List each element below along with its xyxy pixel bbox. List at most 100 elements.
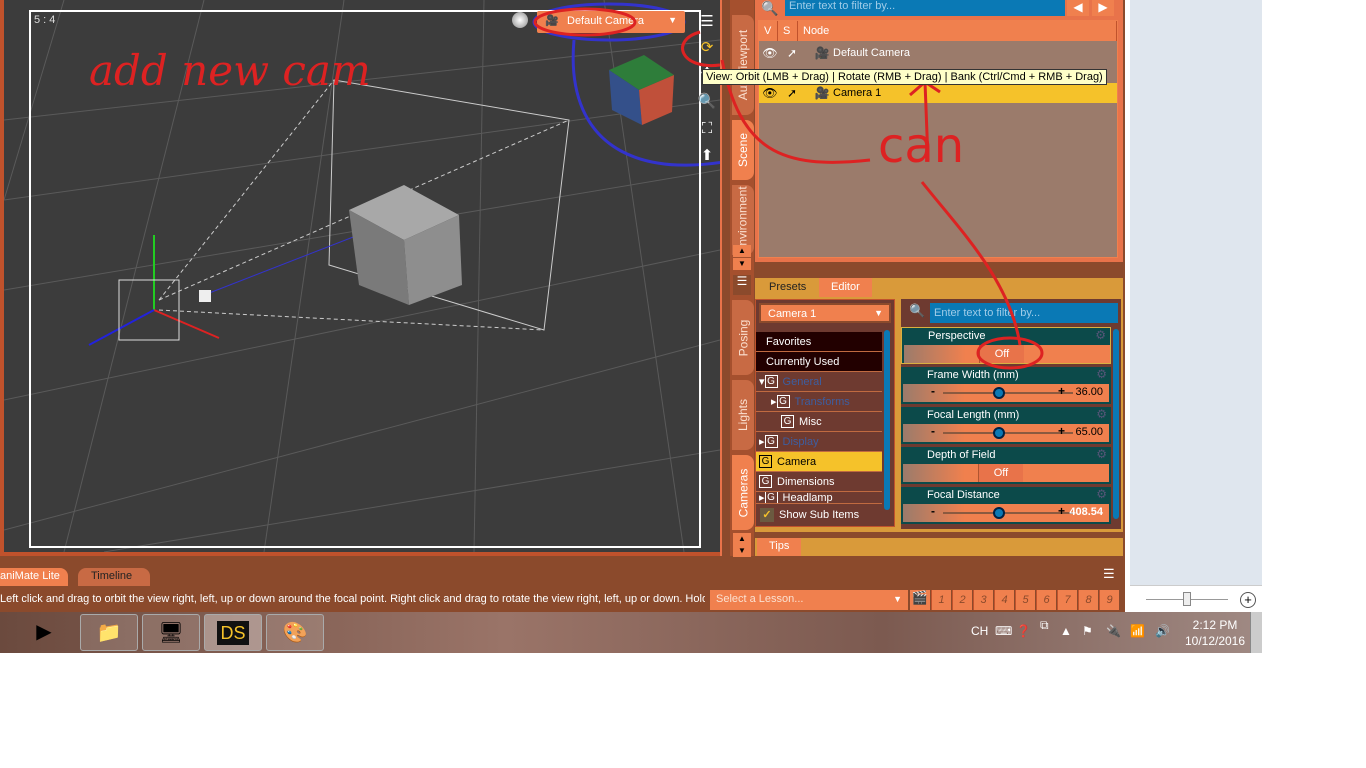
zoom-slider-handle[interactable] [1183,592,1191,606]
lesson-2-button[interactable]: 2 [952,590,972,610]
lesson-9-button[interactable]: 9 [1099,590,1119,610]
volume-icon[interactable]: 🔊 [1155,624,1170,638]
category-camera[interactable]: G Camera [756,452,882,472]
category-currently-used[interactable]: Currently Used [756,352,882,372]
property-value[interactable]: 36.00 [1075,386,1103,398]
lesson-3-button[interactable]: 3 [973,590,993,610]
frame-width-slider[interactable] [943,387,1073,399]
previous-button[interactable]: ◀ [1067,0,1089,16]
zoom-icon[interactable]: 🔍 [697,92,717,112]
viewport-3d[interactable]: add new cam 5 : 4 🎥 Default Camera ▼ ☰ ⟳… [4,0,720,552]
slider-handle[interactable] [993,387,1005,399]
clock[interactable]: 2:12 PM 10/12/2016 [1180,617,1250,649]
scroll-up-button[interactable]: ▲ [733,533,751,545]
category-transforms[interactable]: ▸ G Transforms [756,392,882,412]
daz-studio-icon[interactable]: DS [204,614,262,651]
tab-scene[interactable]: Scene [732,120,754,180]
action-center-flag-icon[interactable]: ⚑ [1082,624,1093,638]
focal-length-slider[interactable] [943,427,1073,439]
increment-button[interactable]: + [1058,504,1065,518]
shading-sphere-icon[interactable] [512,12,528,28]
tab-cameras[interactable]: Cameras [732,455,754,530]
tab-tips[interactable]: Tips [757,538,802,556]
property-scrollbar[interactable] [1113,329,1119,519]
decrement-button[interactable]: - [931,424,935,438]
scroll-up-button[interactable]: ▲ [733,245,751,257]
next-button[interactable]: ▶ [1092,0,1114,16]
category-headlamp[interactable]: ▸ G Headlamp [756,492,882,504]
show-desktop-button[interactable] [1250,612,1262,653]
lesson-5-button[interactable]: 5 [1015,590,1035,610]
show-sub-items-checkbox[interactable]: ✓ Show Sub Items [760,508,859,522]
column-visible[interactable]: V [759,21,778,41]
help-icon[interactable]: ❓ [1016,624,1031,638]
tab-editor[interactable]: Editor [819,278,872,297]
focal-distance-slider[interactable] [943,507,1073,519]
eye-icon[interactable]: 👁 [759,86,781,100]
power-icon[interactable]: 🔌 [1106,624,1121,638]
gear-icon[interactable]: ⚙ [1096,407,1107,421]
reset-view-icon[interactable]: ⬆ [697,146,717,166]
gear-icon[interactable]: ⚙ [1096,367,1107,381]
panel-menu-icon[interactable]: ☰ [1103,566,1121,584]
increment-button[interactable]: + [1058,424,1065,438]
property-value[interactable]: 408.54 [1069,506,1103,518]
tree-row[interactable]: 👁 ➚ 🎥 Default Camera [759,43,1117,63]
lesson-1-button[interactable]: 1 [931,590,951,610]
scene-filter-input[interactable]: Enter text to filter by... [785,0,1065,16]
slider-handle[interactable] [993,507,1005,519]
category-scrollbar[interactable] [884,330,890,510]
lesson-7-button[interactable]: 7 [1057,590,1077,610]
category-display[interactable]: ▸ G Display [756,432,882,452]
file-explorer-icon[interactable]: 📁 [80,614,138,651]
media-player-icon[interactable]: ▶ [15,614,73,651]
column-selectable[interactable]: S [778,21,798,41]
tab-lights[interactable]: Lights [732,380,754,450]
clapperboard-icon[interactable]: 🎬 [910,590,930,610]
remote-desktop-icon[interactable]: 🖥 [142,614,200,651]
category-dimensions[interactable]: G Dimensions [756,472,882,492]
tab-timeline[interactable]: Timeline [78,568,150,586]
scroll-down-button[interactable]: ▼ [733,545,751,557]
property-value[interactable]: 65.00 [1075,426,1103,438]
increment-button[interactable]: + [1058,384,1065,398]
network-icon[interactable]: 📶 [1130,624,1145,638]
gear-icon[interactable]: ⚙ [1095,328,1106,342]
scroll-down-button[interactable]: ▼ [733,258,751,270]
select-arrow-icon[interactable]: ➚ [781,86,803,100]
show-hidden-icons[interactable]: ▲ [1060,624,1072,638]
node-select[interactable]: Camera 1 ▼ [759,303,891,323]
category-general[interactable]: ▾ G General [756,372,882,392]
perspective-toggle[interactable]: Off [979,345,1024,363]
panel-menu-icon[interactable]: ☰ [733,275,751,295]
gear-icon[interactable]: ⚙ [1096,447,1107,461]
orbit-icon[interactable]: ⟳ [697,38,717,58]
category-favorites[interactable]: Favorites [756,332,882,352]
viewport-menu-icon[interactable]: ☰ [697,12,717,32]
depth-of-field-toggle[interactable]: Off [978,464,1023,482]
decrement-button[interactable]: - [931,504,935,518]
zoom-in-icon[interactable]: + [1240,592,1256,608]
language-indicator[interactable]: CH [971,624,988,638]
camera-select[interactable]: 🎥 Default Camera ▼ [537,11,685,33]
paint-icon[interactable]: 🎨 [266,614,324,651]
column-node[interactable]: Node [798,21,1117,41]
keyboard-icon[interactable]: ⌨ [995,624,1012,638]
eye-icon[interactable]: 👁 [759,46,781,60]
lesson-4-button[interactable]: 4 [994,590,1014,610]
window-switch-icon[interactable]: ⧉ [1040,618,1049,633]
lesson-6-button[interactable]: 6 [1036,590,1056,610]
frame-icon[interactable]: ⛶ [697,120,717,140]
gear-icon[interactable]: ⚙ [1096,487,1107,501]
lesson-select[interactable]: Select a Lesson... ▼ [710,590,908,610]
select-arrow-icon[interactable]: ➚ [781,46,803,60]
property-filter-input[interactable]: Enter text to filter by... [930,303,1118,323]
category-misc[interactable]: G Misc [756,412,882,432]
decrement-button[interactable]: - [931,384,935,398]
tab-aux-viewport[interactable]: Aux Viewport [732,15,754,115]
tab-posing[interactable]: Posing [732,300,754,375]
slider-handle[interactable] [993,427,1005,439]
tab-presets[interactable]: Presets [757,278,819,297]
tree-row-selected[interactable]: 👁 ➚ 🎥 Camera 1 [759,83,1117,103]
tab-animate-lite[interactable]: aniMate Lite [0,568,68,586]
